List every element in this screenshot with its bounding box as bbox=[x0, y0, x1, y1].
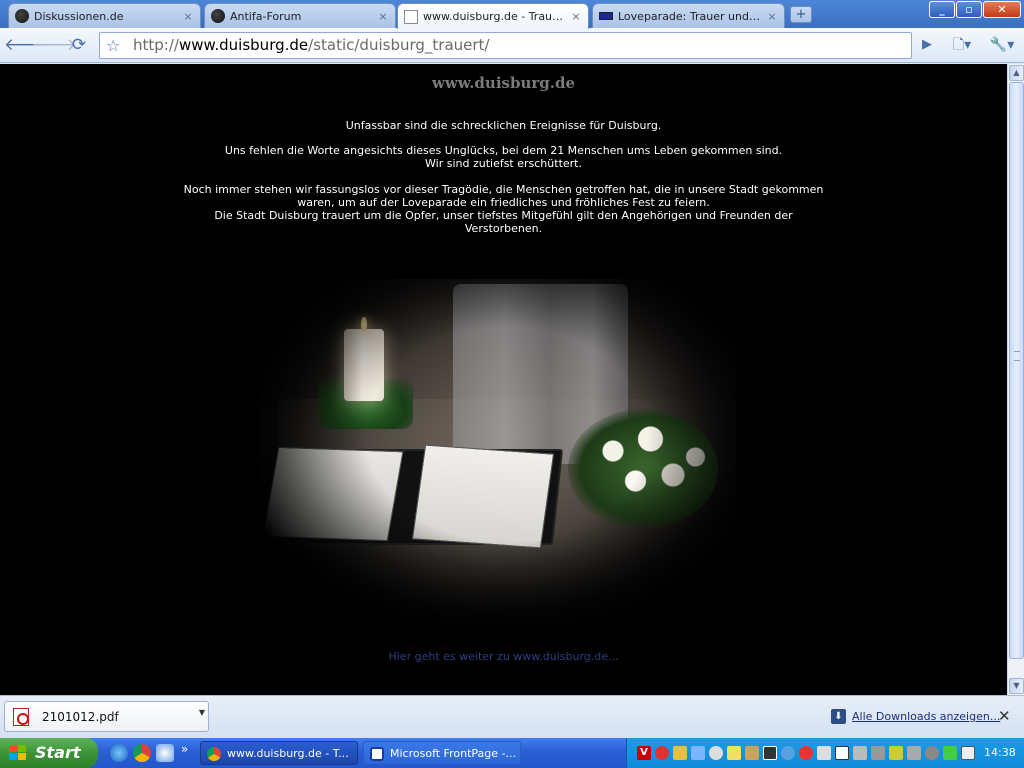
message-line-5: Die Stadt Duisburg trauert um die Opfer,… bbox=[214, 209, 793, 235]
tray-app-icon[interactable] bbox=[673, 746, 687, 760]
download-item[interactable]: 2101012.pdf ▼ bbox=[4, 701, 209, 732]
wrench-icon: 🔧▾ bbox=[989, 37, 1015, 53]
chevron-down-icon[interactable]: ▼ bbox=[199, 708, 205, 717]
tray-app-icon[interactable] bbox=[889, 746, 903, 760]
minimize-button[interactable]: _ bbox=[929, 1, 955, 18]
tray-app-icon[interactable] bbox=[781, 746, 795, 760]
address-bar[interactable]: ☆ http://www.duisburg.de/static/duisburg… bbox=[99, 32, 912, 59]
tab-antifa-forum[interactable]: Antifa-Forum × bbox=[204, 3, 396, 28]
task-label: Microsoft FrontPage -... bbox=[390, 747, 516, 760]
tray-app-icon[interactable] bbox=[709, 746, 723, 760]
bird-icon bbox=[211, 9, 225, 23]
acrobat-icon[interactable] bbox=[799, 746, 813, 760]
safely-remove-icon[interactable] bbox=[943, 746, 957, 760]
mourning-photo bbox=[258, 279, 736, 624]
maximize-button[interactable]: ▫ bbox=[956, 1, 982, 18]
frontpage-icon bbox=[370, 747, 384, 761]
tray-app-icon[interactable] bbox=[871, 746, 885, 760]
page-icon bbox=[404, 9, 418, 24]
flag-icon bbox=[599, 12, 613, 20]
page-menu-icon: 🗋▾ bbox=[952, 37, 972, 53]
windows-logo-icon bbox=[9, 745, 27, 761]
error-icon[interactable] bbox=[655, 746, 669, 760]
close-icon[interactable]: × bbox=[377, 10, 389, 23]
vertical-scrollbar[interactable]: ▲ ▼ bbox=[1007, 64, 1024, 695]
message-line-4: Noch immer stehen wir fassungslos vor di… bbox=[183, 183, 824, 209]
tab-duisburg-trauer[interactable]: www.duisburg.de - Trauer ... × bbox=[397, 3, 589, 29]
close-icon[interactable]: × bbox=[766, 10, 778, 23]
new-tab-button[interactable]: + bbox=[790, 6, 812, 23]
show-all-downloads-link[interactable]: Alle Downloads anzeigen... bbox=[852, 710, 1000, 723]
browser-toolbar: 🡐 🡒 ⟳ ☆ http://www.duisburg.de/static/du… bbox=[0, 28, 1024, 63]
pdf-icon bbox=[13, 708, 29, 726]
tray-app-icon[interactable] bbox=[745, 746, 759, 760]
settings-menu-button[interactable]: 🔧▾ bbox=[984, 33, 1020, 57]
reload-button[interactable]: ⟳ bbox=[66, 33, 92, 57]
task-label: www.duisburg.de - T... bbox=[227, 747, 349, 760]
page-menu-button[interactable]: 🗋▾ bbox=[945, 33, 979, 57]
back-button[interactable]: 🡐 bbox=[4, 33, 50, 57]
keyboard-icon[interactable] bbox=[961, 746, 975, 760]
quicklaunch-overflow-icon[interactable]: » bbox=[181, 742, 188, 756]
url-path: /static/duisburg_trauert/ bbox=[308, 36, 490, 54]
message-line-2: Uns fehlen die Worte angesichts dieses U… bbox=[224, 144, 783, 157]
download-icon: ⬇ bbox=[831, 709, 846, 724]
tray-app-icon[interactable] bbox=[817, 746, 831, 760]
clock: 14:38 bbox=[984, 746, 1016, 759]
task-frontpage[interactable]: Microsoft FrontPage -... bbox=[363, 741, 521, 765]
tab-diskussionen[interactable]: Diskussionen.de × bbox=[8, 3, 201, 28]
page-viewport: www.duisburg.de Unfassbar sind die schre… bbox=[0, 64, 1007, 695]
tab-title: Diskussionen.de bbox=[34, 9, 124, 23]
tab-title: Loveparade: Trauer und V... bbox=[618, 9, 762, 23]
antivirus-icon[interactable]: V bbox=[637, 746, 651, 760]
tab-strip: Diskussionen.de × Antifa-Forum × www.dui… bbox=[0, 0, 1024, 29]
download-shelf: 2101012.pdf ▼ ⬇ Alle Downloads anzeigen.… bbox=[0, 695, 1024, 738]
tray-app-icon[interactable] bbox=[835, 746, 849, 760]
tray-app-icon[interactable] bbox=[691, 746, 705, 760]
tab-title: Antifa-Forum bbox=[230, 9, 302, 23]
play-icon: ▶ bbox=[922, 37, 932, 52]
tray-app-icon[interactable] bbox=[727, 746, 741, 760]
url-scheme: http:// bbox=[133, 36, 179, 54]
close-icon[interactable]: × bbox=[182, 10, 194, 23]
download-file-name: 2101012.pdf bbox=[42, 710, 119, 724]
tab-loveparade[interactable]: Loveparade: Trauer und V... × bbox=[592, 3, 785, 28]
internet-explorer-icon[interactable] bbox=[110, 744, 128, 762]
scroll-down-button[interactable]: ▼ bbox=[1009, 678, 1024, 694]
scroll-up-button[interactable]: ▲ bbox=[1009, 65, 1024, 81]
bird-icon bbox=[15, 9, 29, 23]
system-tray: V bbox=[626, 738, 1024, 768]
scroll-thumb[interactable] bbox=[1009, 82, 1024, 659]
continue-link[interactable]: Hier geht es weiter zu www.duisburg.de..… bbox=[0, 650, 1007, 663]
task-chrome-duisburg[interactable]: www.duisburg.de - T... bbox=[200, 741, 358, 765]
tray-app-icon[interactable] bbox=[925, 746, 939, 760]
messenger-icon[interactable] bbox=[156, 744, 174, 762]
close-window-button[interactable]: ✕ bbox=[983, 1, 1021, 18]
site-title: www.duisburg.de bbox=[431, 74, 576, 92]
start-button[interactable]: Start bbox=[0, 738, 98, 768]
star-icon[interactable]: ☆ bbox=[106, 33, 120, 58]
tab-title: www.duisburg.de - Trauer ... bbox=[423, 10, 566, 23]
message-line-1: Unfassbar sind die schrecklichen Ereigni… bbox=[345, 119, 662, 132]
chrome-icon[interactable] bbox=[133, 744, 151, 762]
reload-icon: ⟳ bbox=[71, 35, 87, 55]
message-line-3: Wir sind zutiefst erschüttert. bbox=[425, 157, 582, 170]
forward-button[interactable]: 🡒 bbox=[31, 33, 77, 57]
go-button[interactable]: ▶ bbox=[914, 33, 940, 57]
tray-app-icon[interactable] bbox=[763, 746, 777, 760]
network-icon[interactable] bbox=[853, 746, 867, 760]
volume-icon[interactable] bbox=[907, 746, 921, 760]
taskbar: Start » www.duisburg.de - T... Microsoft… bbox=[0, 738, 1024, 768]
close-icon[interactable]: × bbox=[570, 10, 582, 23]
close-icon[interactable]: ✕ bbox=[998, 707, 1011, 725]
chrome-icon bbox=[207, 747, 221, 761]
start-label: Start bbox=[35, 743, 81, 762]
url-host: www.duisburg.de bbox=[178, 36, 309, 54]
